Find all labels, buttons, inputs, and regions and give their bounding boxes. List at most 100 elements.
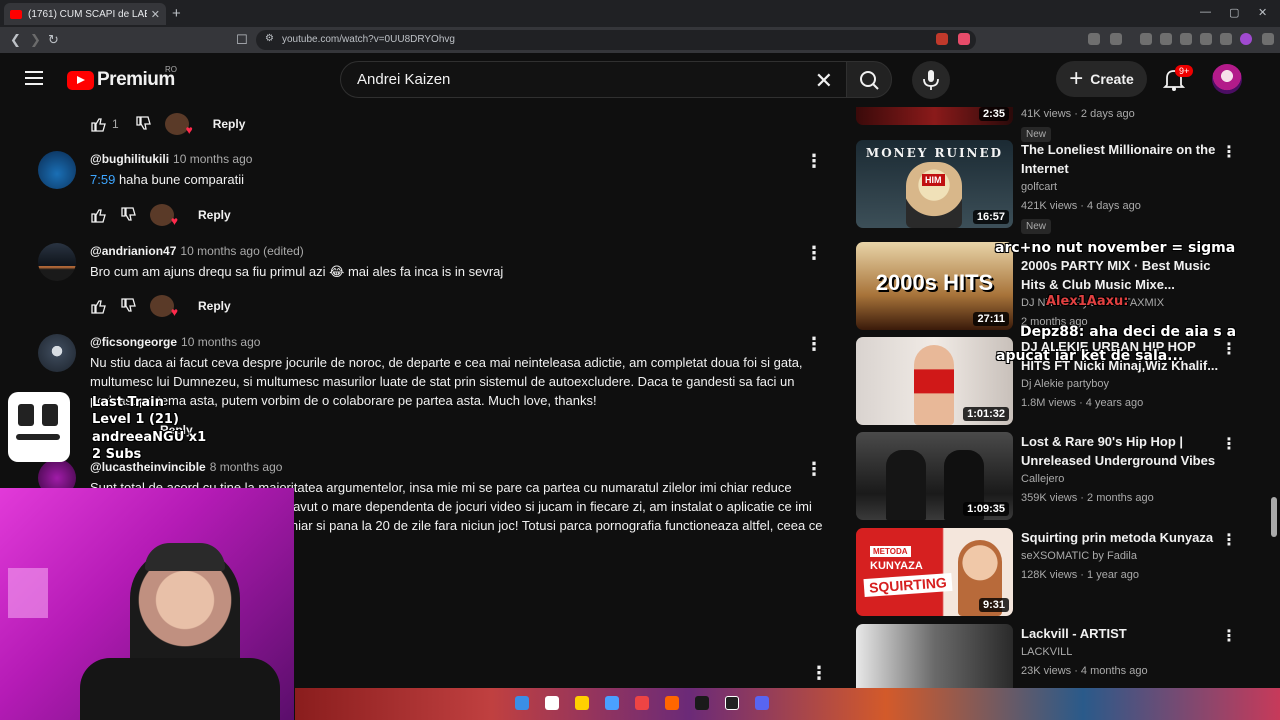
desktop-taskbar	[295, 688, 1280, 720]
video-menu-icon[interactable]: ⋮	[1221, 142, 1237, 162]
video-card[interactable]: MONEY RUINED HIM 16:57 The Loneliest Mil…	[856, 140, 1256, 234]
sidebar-icon[interactable]	[1160, 33, 1172, 45]
channel-name[interactable]: golfcart	[1021, 178, 1221, 197]
profile-icon[interactable]	[1240, 33, 1252, 45]
youtube-premium-logo[interactable]: Premium RO	[67, 65, 177, 91]
forward-icon[interactable]: ❯	[30, 32, 41, 48]
reply-button[interactable]: Reply	[198, 299, 231, 313]
video-title[interactable]: Lackvill - ARTIST	[1021, 624, 1221, 643]
comment-author[interactable]: @ficsongeorge	[90, 335, 177, 349]
maximize-icon[interactable]: ▢	[1229, 6, 1239, 19]
video-stats: 1.8M views · 4 years ago	[1021, 397, 1144, 409]
brave-shield-icon[interactable]	[936, 33, 948, 45]
reply-button[interactable]: Reply	[213, 117, 246, 131]
video-title[interactable]: 2000s PARTY MIX · Best Music Hits & Club…	[1021, 256, 1221, 294]
comment-menu-icon[interactable]: ⋮	[805, 243, 823, 264]
channel-name[interactable]: Callejero	[1021, 470, 1221, 489]
media-icon[interactable]	[1140, 33, 1152, 45]
comment-author[interactable]: @andrianion47	[90, 244, 176, 258]
voice-search-button[interactable]	[912, 61, 950, 99]
url-text: youtube.com/watch?v=0UU8DRYOhvg	[282, 34, 455, 45]
comment-menu-icon[interactable]: ⋮	[805, 459, 823, 480]
url-field[interactable]: ⚙ youtube.com/watch?v=0UU8DRYOhvg	[256, 30, 976, 50]
video-menu-icon[interactable]: ⋮	[1221, 339, 1237, 359]
scrollbar-thumb[interactable]	[1271, 497, 1277, 537]
avatar[interactable]	[38, 334, 76, 372]
video-menu-icon[interactable]: ⋮	[1221, 626, 1237, 646]
streamer-body	[80, 658, 280, 720]
comment-time[interactable]: 10 months ago	[173, 152, 252, 166]
cap	[145, 543, 225, 571]
create-button[interactable]: + Create	[1056, 61, 1147, 97]
avatar[interactable]	[38, 151, 76, 189]
comment-menu-icon[interactable]: ⋮	[810, 663, 829, 684]
comment-author[interactable]: @lucastheinvincible	[90, 460, 206, 474]
video-title[interactable]: Lost & Rare 90's Hip Hop | Unreleased Un…	[1021, 432, 1221, 470]
back-icon[interactable]: ❮	[10, 32, 21, 48]
video-title[interactable]: Squirting prin metoda Kunyaza	[1021, 528, 1221, 547]
taskbar-app-icon[interactable]	[665, 696, 679, 710]
dislike-icon[interactable]	[120, 207, 138, 223]
taskbar-app-icon[interactable]	[545, 696, 559, 710]
notifications-button[interactable]: 9+	[1162, 65, 1194, 91]
dislike-icon[interactable]	[120, 298, 138, 314]
reply-actions: 1 ♥ Reply	[90, 113, 246, 137]
leo-icon[interactable]	[1200, 33, 1212, 45]
comment-author[interactable]: @bughilitukili	[90, 152, 169, 166]
video-thumbnail[interactable]: MONEY RUINED HIM 16:57	[856, 140, 1013, 228]
guide-menu-icon[interactable]	[25, 71, 43, 85]
taskbar-app-icon[interactable]	[605, 696, 619, 710]
comment-time[interactable]: 8 months ago	[210, 460, 283, 474]
video-thumbnail[interactable]: 2:35	[856, 107, 1013, 125]
channel-name[interactable]: seXSOMATIC by Fadila	[1021, 547, 1221, 566]
video-card[interactable]: METODA KUNYAZA SQUIRTING 9:31 Squirting …	[856, 528, 1256, 618]
close-tab-icon[interactable]: ✕	[151, 8, 160, 21]
video-thumbnail[interactable]: 1:09:35	[856, 432, 1013, 520]
wallet-icon[interactable]	[1180, 33, 1192, 45]
video-card[interactable]: 1:09:35 Lost & Rare 90's Hip Hop | Unrel…	[856, 432, 1256, 522]
discord-icon[interactable]	[755, 696, 769, 710]
like-icon[interactable]	[90, 207, 108, 223]
like-icon[interactable]	[90, 298, 108, 314]
taskbar-app-icon[interactable]	[575, 696, 589, 710]
brave-rewards-icon[interactable]	[958, 33, 970, 45]
video-thumbnail[interactable]: 1:01:32	[856, 337, 1013, 425]
minimize-icon[interactable]: —	[1200, 6, 1211, 18]
video-title[interactable]: The Loneliest Millionaire on the Interne…	[1021, 140, 1221, 178]
comment-time[interactable]: 10 months ago (edited)	[180, 244, 303, 258]
search-input[interactable]: Andrei Kaizen ✕	[340, 61, 848, 98]
reload-icon[interactable]: ↻	[48, 32, 59, 48]
menu-icon[interactable]	[1262, 33, 1274, 45]
windows-start-icon[interactable]	[515, 696, 529, 710]
close-window-icon[interactable]: ✕	[1258, 6, 1267, 19]
video-menu-icon[interactable]: ⋮	[1221, 434, 1237, 454]
video-menu-icon[interactable]: ⋮	[1221, 530, 1237, 550]
timestamp-link[interactable]: 7:59	[90, 172, 115, 187]
extension-icon[interactable]	[1110, 33, 1122, 45]
dislike-icon[interactable]	[135, 116, 153, 132]
comment-menu-icon[interactable]: ⋮	[805, 334, 823, 355]
video-thumbnail[interactable]: 2000s HITS 27:11	[856, 242, 1013, 330]
account-avatar[interactable]	[1212, 64, 1242, 94]
vpn-icon[interactable]	[1220, 33, 1232, 45]
avatar[interactable]	[38, 243, 76, 281]
comment-menu-icon[interactable]: ⋮	[805, 151, 823, 172]
clear-search-icon[interactable]: ✕	[815, 68, 833, 94]
browser-tab[interactable]: (1761) CUM SCAPI de LABA O D... ✕	[4, 3, 166, 25]
reply-button[interactable]: Reply	[198, 208, 231, 222]
comment-time[interactable]: 10 months ago	[181, 335, 260, 349]
channel-name[interactable]: Dj Alekie partyboy	[1021, 375, 1221, 394]
channel-name[interactable]: LACKVILL	[1021, 643, 1221, 662]
bookmark-icon[interactable]: ☐	[236, 32, 248, 48]
video-thumbnail[interactable]: METODA KUNYAZA SQUIRTING 9:31	[856, 528, 1013, 616]
thumbnail-subtag: KUNYAZA	[870, 560, 923, 572]
extensions-icon[interactable]	[1088, 33, 1100, 45]
search-button[interactable]	[846, 61, 892, 98]
taskbar-app-icon[interactable]	[725, 696, 739, 710]
taskbar-app-icon[interactable]	[635, 696, 649, 710]
like-icon[interactable]	[90, 116, 108, 132]
new-tab-icon[interactable]: +	[172, 5, 181, 22]
taskbar-app-icon[interactable]	[695, 696, 709, 710]
site-info-icon[interactable]: ⚙	[265, 33, 274, 44]
video-card[interactable]: 2:35 41K views · 2 days ago New	[856, 107, 1256, 142]
